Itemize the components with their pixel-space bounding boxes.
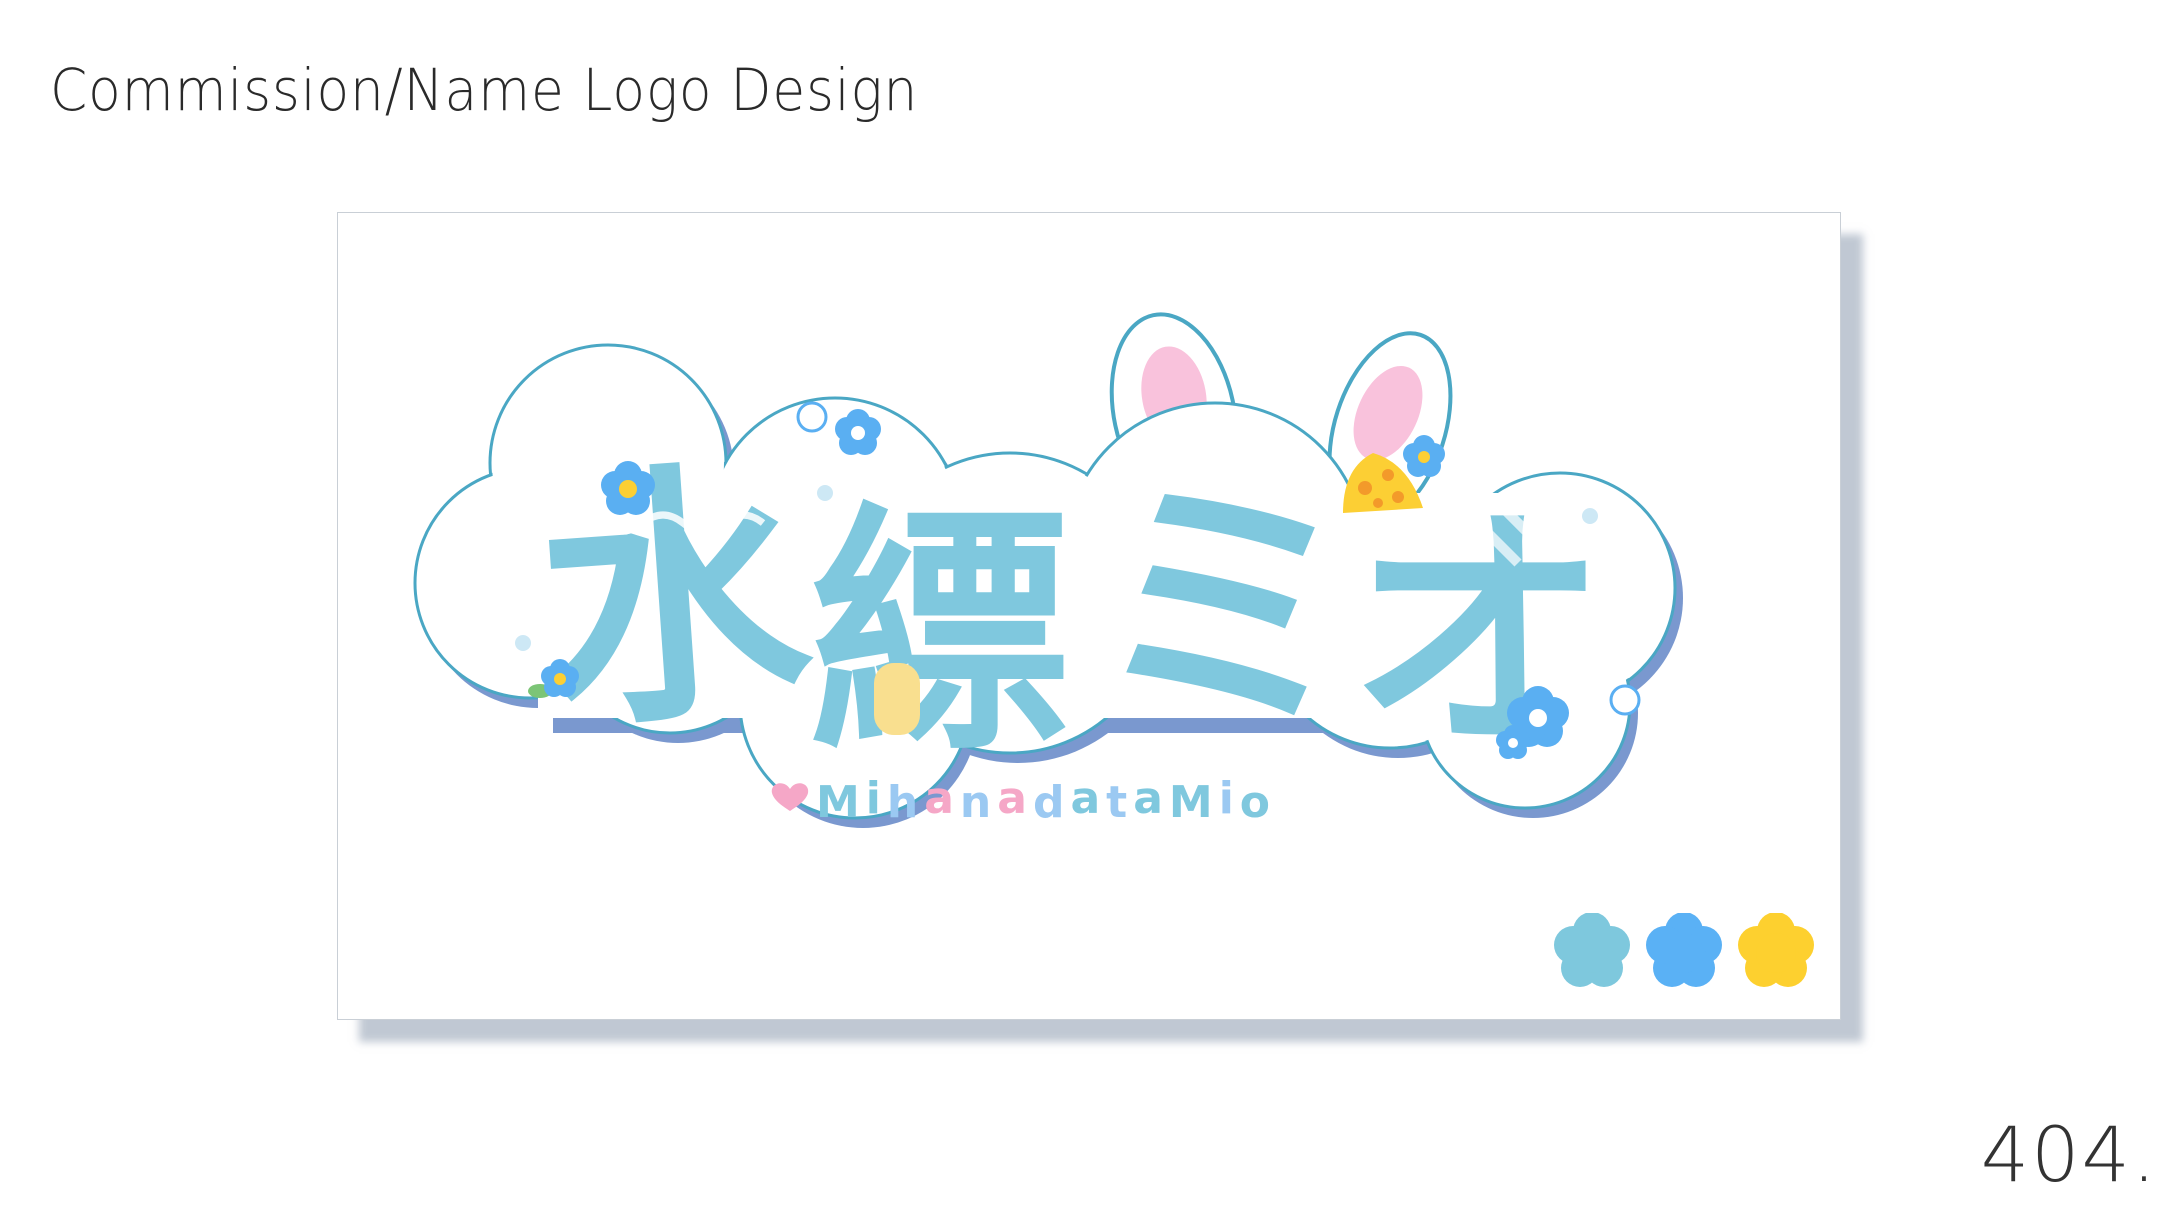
page-title: Commission/Name Logo Design bbox=[50, 56, 919, 124]
subtitle-letter: a bbox=[1133, 773, 1169, 824]
subtitle-letter: i bbox=[866, 773, 887, 824]
logo-artwork: 水 縹 ミ オ MihanadataMio bbox=[413, 312, 1683, 828]
subtitle-letter: n bbox=[960, 777, 997, 828]
kanji-hanada: 縹 bbox=[810, 483, 1070, 785]
logo-subtitle: MihanadataMio bbox=[771, 773, 1276, 828]
subtitle-letter: a bbox=[1070, 773, 1106, 824]
subtitle-letter: i bbox=[1219, 773, 1240, 824]
subtitle-letter: h bbox=[887, 777, 924, 828]
subtitle-letter: d bbox=[1033, 777, 1071, 828]
logo-kanji: 水 縹 ミ オ bbox=[528, 433, 1608, 785]
kanji-mi: ミ bbox=[1090, 452, 1360, 767]
palette-swatch-yellow bbox=[1738, 913, 1814, 987]
subtitle-letter: M bbox=[1169, 777, 1219, 828]
yellow-accent bbox=[874, 663, 920, 735]
logo-card: 水 縹 ミ オ MihanadataMio bbox=[337, 212, 1841, 1020]
subtitle-letter: t bbox=[1106, 777, 1133, 828]
logo-subtitle-text: MihanadataMio bbox=[816, 773, 1276, 828]
subtitle-letter: a bbox=[924, 773, 960, 824]
page-number: 404. bbox=[1980, 1110, 2158, 1199]
subtitle-letter: a bbox=[997, 773, 1033, 824]
subtitle-letter: M bbox=[816, 777, 866, 828]
kanji-water: 水 bbox=[528, 433, 824, 766]
color-palette bbox=[1554, 913, 1814, 989]
subtitle-letter: o bbox=[1240, 777, 1276, 828]
palette-swatch-sky-blue bbox=[1646, 913, 1722, 987]
palette-swatch-light-blue bbox=[1554, 913, 1630, 987]
